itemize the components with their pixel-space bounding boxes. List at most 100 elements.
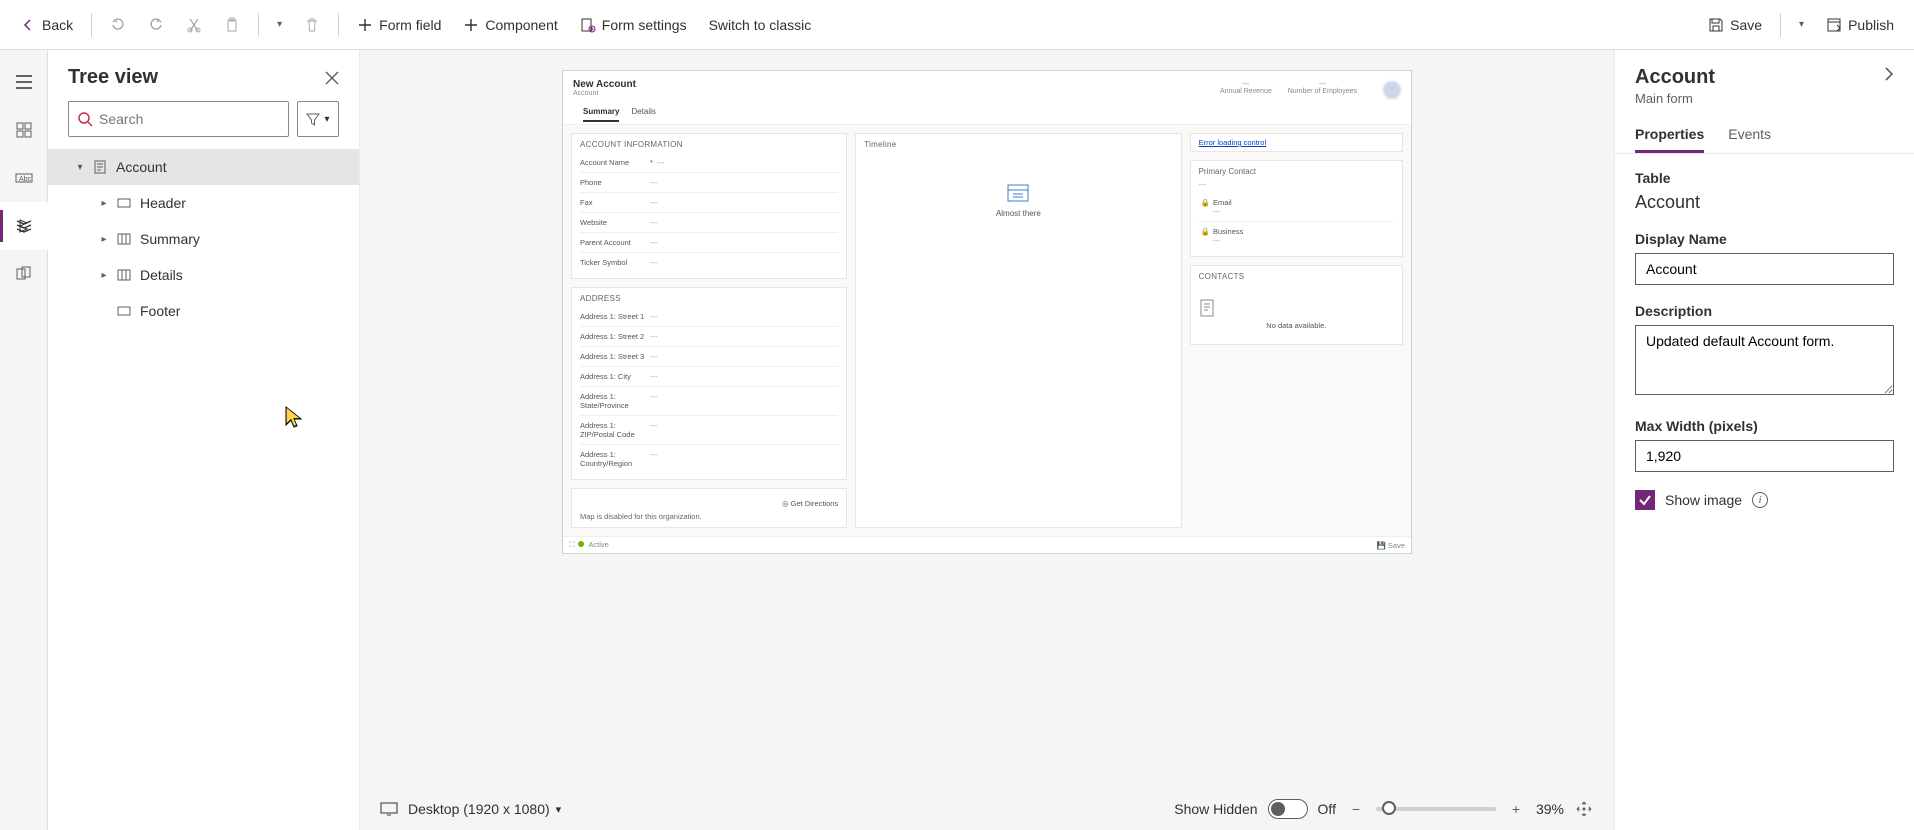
target-icon: ◎: [782, 499, 789, 508]
paste-dropdown[interactable]: ▾: [267, 13, 292, 36]
form-preview[interactable]: New Account Account Summary Details ---A…: [562, 70, 1412, 554]
show-image-checkbox[interactable]: [1635, 490, 1655, 510]
fit-to-screen-button[interactable]: [1574, 799, 1594, 819]
toggle-state-label: Off: [1318, 801, 1336, 817]
chevron-down-icon: ▾: [1799, 19, 1804, 30]
tab-properties[interactable]: Properties: [1635, 118, 1704, 153]
tree-node-label: Footer: [140, 303, 180, 319]
expand-icon[interactable]: ⛶: [569, 540, 574, 549]
chevron-down-icon: ▾: [277, 19, 282, 30]
empty-icon: [1199, 299, 1394, 317]
save-icon[interactable]: 💾: [1376, 541, 1385, 550]
paste-icon: [224, 17, 240, 33]
rail-fields[interactable]: Abc: [0, 154, 48, 202]
form-settings-icon: [580, 17, 596, 33]
redo-button[interactable]: [138, 11, 174, 39]
save-dropdown[interactable]: ▾: [1789, 13, 1814, 36]
zoom-percent: 39%: [1536, 801, 1564, 817]
preview-tabs: Summary Details: [573, 103, 1220, 122]
back-button[interactable]: Back: [10, 11, 83, 39]
preview-tab-details[interactable]: Details: [631, 103, 655, 122]
tree-search[interactable]: [68, 101, 289, 137]
tree-node-summary[interactable]: ▸ Summary: [48, 221, 359, 257]
resolution-dropdown[interactable]: Desktop (1920 x 1080) ▾: [408, 801, 561, 817]
avatar: [1383, 81, 1401, 99]
tab-icon: [116, 231, 132, 247]
section-title: Primary Contact: [1199, 167, 1394, 176]
undo-button[interactable]: [100, 11, 136, 39]
svg-text:Abc: Abc: [19, 176, 32, 183]
max-width-input[interactable]: [1635, 440, 1894, 472]
lock-icon: 🔒: [1201, 198, 1210, 207]
cut-button[interactable]: [176, 11, 212, 39]
description-label: Description: [1635, 303, 1894, 319]
tree-node-header[interactable]: ▸ Header: [48, 185, 359, 221]
header-stat: ---Annual Revenue: [1220, 81, 1272, 99]
publish-button[interactable]: Publish: [1816, 11, 1904, 39]
switch-to-classic-button[interactable]: Switch to classic: [699, 11, 822, 39]
map-disabled-msg: Map is disabled for this organization.: [580, 512, 838, 521]
tree-panel: Tree view ▾ ▾: [48, 50, 360, 830]
tab-events[interactable]: Events: [1728, 118, 1771, 153]
section-title: Timeline: [864, 140, 1172, 149]
preview-header: New Account Account Summary Details ---A…: [563, 71, 1411, 125]
redo-icon: [148, 17, 164, 33]
info-icon[interactable]: i: [1752, 492, 1768, 508]
tree-node-label: Account: [116, 159, 167, 175]
section-primary-contact[interactable]: Primary Contact --- 🔒Email --- 🔒Business…: [1190, 160, 1403, 257]
header-stat: ---Number of Employees: [1288, 81, 1357, 99]
tree-node-label: Details: [140, 267, 183, 283]
section-account-info[interactable]: ACCOUNT INFORMATION Account Name*--- Pho…: [571, 133, 847, 279]
form-settings-button[interactable]: Form settings: [570, 11, 697, 39]
add-form-field-button[interactable]: Form field: [347, 11, 451, 39]
add-component-button[interactable]: Component: [453, 11, 567, 39]
rail-tree-view[interactable]: [0, 202, 48, 250]
section-icon: [116, 303, 132, 319]
description-input[interactable]: [1635, 325, 1894, 395]
tree-node-footer[interactable]: ▸ Footer: [48, 293, 359, 329]
rail-library[interactable]: [0, 250, 48, 298]
properties-panel: Account Main form Properties Events Tabl…: [1614, 50, 1914, 830]
tree-node-label: Header: [140, 195, 186, 211]
tree-node-label: Summary: [140, 231, 200, 247]
preview-tab-summary[interactable]: Summary: [583, 103, 619, 122]
save-button[interactable]: Save: [1698, 11, 1772, 39]
preview-title: New Account: [573, 79, 1220, 90]
paste-button[interactable]: [214, 11, 250, 39]
zoom-out-button[interactable]: −: [1346, 799, 1366, 819]
collapse-panel-button[interactable]: [1884, 66, 1894, 82]
tab-icon: [116, 267, 132, 283]
tree-search-input[interactable]: [99, 111, 280, 127]
zoom-slider[interactable]: [1376, 807, 1496, 811]
lock-icon: 🔒: [1201, 227, 1210, 236]
tree-node-account[interactable]: ▾ Account: [48, 149, 359, 185]
section-error[interactable]: Error loading control: [1190, 133, 1403, 152]
section-icon: [116, 195, 132, 211]
show-image-label: Show image: [1665, 492, 1742, 508]
section-title: CONTACTS: [1199, 272, 1394, 281]
props-title: Account: [1635, 66, 1715, 89]
plus-icon: [463, 17, 479, 33]
tree-filter-button[interactable]: ▾: [297, 101, 339, 137]
section-contacts[interactable]: CONTACTS No data available.: [1190, 265, 1403, 345]
section-address[interactable]: ADDRESS Address 1: Street 1--- Address 1…: [571, 287, 847, 480]
error-loading-link[interactable]: Error loading control: [1199, 138, 1267, 147]
section-timeline[interactable]: Timeline Almost there: [855, 133, 1181, 528]
timeline-message: Almost there: [864, 209, 1172, 218]
resolution-label: Desktop (1920 x 1080): [408, 801, 550, 817]
undo-icon: [110, 17, 126, 33]
section-map[interactable]: ◎ Get Directions Map is disabled for thi…: [571, 488, 847, 528]
zoom-in-button[interactable]: +: [1506, 799, 1526, 819]
rail-components[interactable]: [0, 106, 48, 154]
tree-node-details[interactable]: ▸ Details: [48, 257, 359, 293]
chevron-down-icon: ▾: [72, 162, 88, 173]
tree-close-button[interactable]: [325, 71, 339, 85]
filter-icon: [306, 112, 320, 126]
show-hidden-toggle[interactable]: [1268, 799, 1308, 819]
publish-label: Publish: [1848, 17, 1894, 33]
display-name-input[interactable]: [1635, 253, 1894, 285]
preview-footer: ⛶ Active 💾 Save: [563, 536, 1411, 553]
rail-hamburger[interactable]: [0, 58, 48, 106]
table-label: Table: [1635, 170, 1894, 186]
delete-button[interactable]: [294, 11, 330, 39]
